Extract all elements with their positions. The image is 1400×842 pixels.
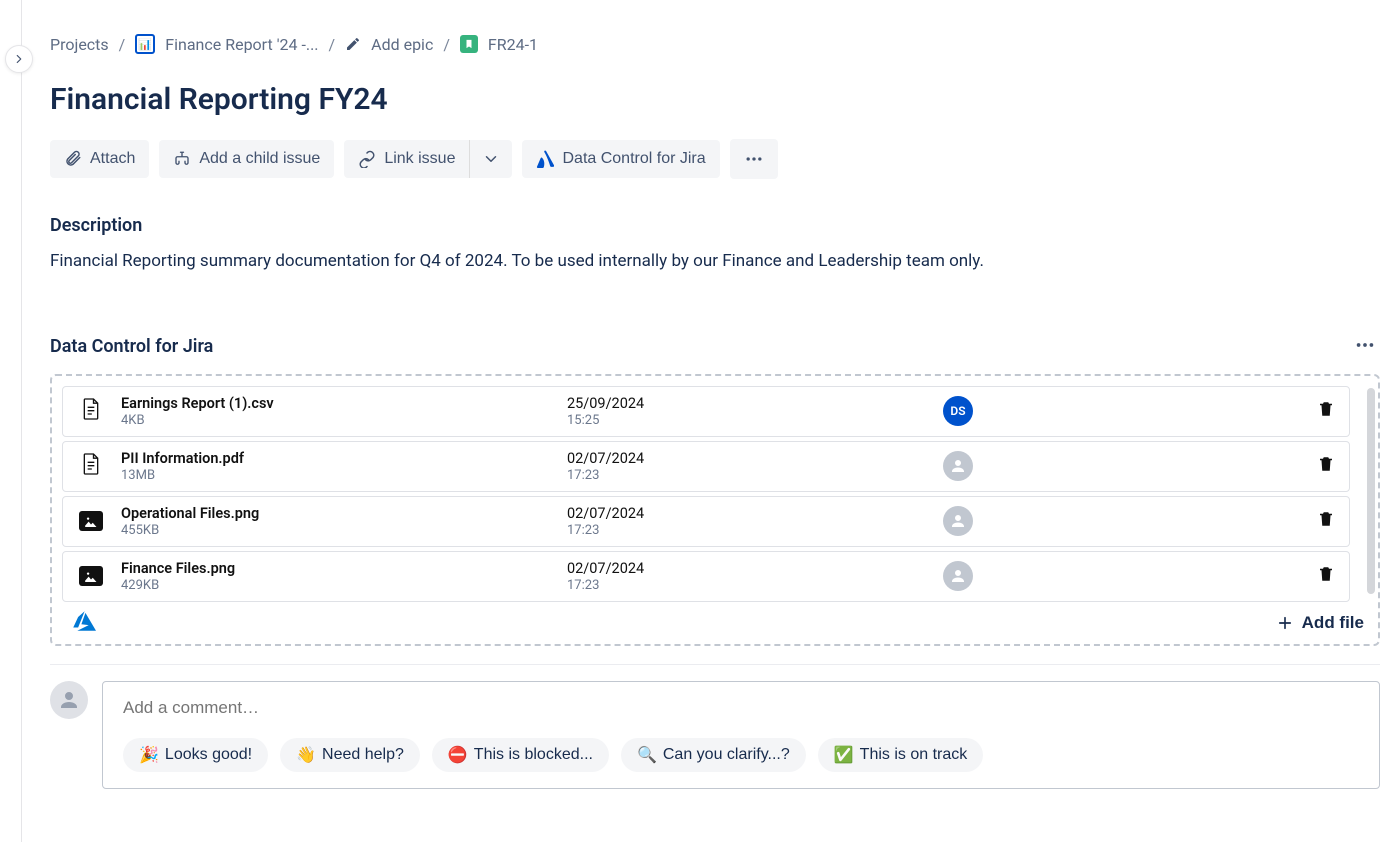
reaction-label: Can you clarify...?	[663, 746, 790, 764]
reaction-emoji: 🎉	[139, 745, 159, 765]
file-size: 13MB	[121, 468, 551, 483]
breadcrumb-projects[interactable]: Projects	[50, 35, 109, 54]
breadcrumb-issue-key[interactable]: FR24-1	[488, 35, 538, 54]
paperclip-icon	[64, 150, 82, 168]
user-avatar-blank	[943, 506, 973, 536]
issue-toolbar: Attach Add a child issue Link issue Data…	[50, 139, 1380, 179]
reaction-emoji: ✅	[834, 745, 854, 765]
comment-input[interactable]	[123, 698, 1359, 718]
file-document-icon	[81, 452, 101, 480]
chevron-right-icon	[12, 52, 26, 66]
reaction-emoji: 🔍	[637, 745, 657, 765]
atlassian-icon	[536, 150, 554, 168]
link-issue-button[interactable]: Link issue	[344, 140, 469, 178]
story-icon	[460, 35, 478, 53]
reaction-emoji: ⛔	[448, 745, 468, 765]
more-horizontal-icon	[1354, 334, 1376, 356]
file-delete-button[interactable]	[1317, 510, 1335, 532]
left-rail	[0, 0, 22, 842]
file-name: PII Information.pdf	[121, 450, 551, 467]
breadcrumb-separator: /	[119, 35, 126, 54]
reaction-label: Looks good!	[165, 746, 252, 764]
file-time: 17:23	[567, 468, 927, 483]
file-row[interactable]: PII Information.pdf 13MB 02/07/2024 17:2…	[62, 441, 1350, 492]
reaction-chip[interactable]: 🔍 Can you clarify...?	[621, 738, 806, 772]
link-icon	[358, 150, 376, 168]
reaction-chip[interactable]: ⛔ This is blocked...	[432, 738, 609, 772]
file-size: 4KB	[121, 413, 551, 428]
file-delete-button[interactable]	[1317, 565, 1335, 587]
file-delete-button[interactable]	[1317, 400, 1335, 422]
description-heading: Description	[50, 215, 1380, 236]
file-name: Earnings Report (1).csv	[121, 395, 551, 412]
file-list: Earnings Report (1).csv 4KB 25/09/2024 1…	[62, 386, 1350, 602]
data-control-more-button[interactable]	[1350, 330, 1380, 364]
more-horizontal-icon	[744, 149, 764, 169]
file-delete-button[interactable]	[1317, 455, 1335, 477]
reaction-chip[interactable]: 👋 Need help?	[280, 738, 420, 772]
file-date: 02/07/2024	[567, 505, 927, 522]
data-control-button[interactable]: Data Control for Jira	[522, 140, 719, 178]
user-avatar-initials: DS	[943, 396, 973, 426]
file-name: Operational Files.png	[121, 505, 551, 522]
chevron-down-icon	[482, 150, 500, 168]
add-child-label: Add a child issue	[199, 150, 320, 168]
comment-section: 🎉 Looks good! 👋 Need help? ⛔ This is blocked.…	[50, 681, 1380, 789]
link-issue-split-button: Link issue	[344, 140, 512, 178]
breadcrumb-add-epic[interactable]: Add epic	[371, 35, 433, 54]
pencil-icon	[345, 36, 361, 52]
file-row[interactable]: Earnings Report (1).csv 4KB 25/09/2024 1…	[62, 386, 1350, 437]
project-icon: 📊	[135, 34, 155, 54]
user-avatar-blank	[943, 451, 973, 481]
scrollbar[interactable]	[1367, 388, 1375, 594]
plus-icon	[1276, 614, 1294, 632]
add-file-button[interactable]: Add file	[1276, 613, 1364, 633]
reaction-label: This is on track	[860, 746, 968, 764]
more-actions-button[interactable]	[730, 139, 778, 179]
sidebar-expand-button[interactable]	[5, 45, 33, 73]
file-time: 17:23	[567, 578, 927, 593]
file-time: 17:23	[567, 523, 927, 538]
file-row[interactable]: Finance Files.png 429KB 02/07/2024 17:23	[62, 551, 1350, 602]
reaction-chip[interactable]: ✅ This is on track	[818, 738, 984, 772]
breadcrumb-separator: /	[329, 35, 336, 54]
issue-title[interactable]: Financial Reporting FY24	[50, 82, 1380, 117]
add-file-label: Add file	[1302, 613, 1364, 633]
attach-label: Attach	[90, 150, 135, 168]
file-size: 455KB	[121, 523, 551, 538]
breadcrumb: Projects / 📊 Finance Report '24 -... / A…	[50, 34, 1380, 54]
comment-box[interactable]: 🎉 Looks good! 👋 Need help? ⛔ This is blocked.…	[102, 681, 1380, 789]
file-date: 25/09/2024	[567, 395, 927, 412]
user-avatar-blank	[943, 561, 973, 591]
reaction-label: This is blocked...	[474, 746, 593, 764]
data-control-label: Data Control for Jira	[562, 150, 705, 168]
file-date: 02/07/2024	[567, 450, 927, 467]
link-issue-dropdown[interactable]	[469, 140, 512, 178]
link-issue-label: Link issue	[384, 150, 455, 168]
data-control-heading: Data Control for Jira	[50, 336, 213, 357]
file-time: 15:25	[567, 413, 927, 428]
file-size: 429KB	[121, 578, 551, 593]
breadcrumb-separator: /	[443, 35, 450, 54]
section-divider	[50, 664, 1380, 665]
file-name: Finance Files.png	[121, 560, 551, 577]
add-child-issue-button[interactable]: Add a child issue	[159, 140, 334, 178]
description-body[interactable]: Financial Reporting summary documentatio…	[50, 250, 1380, 274]
file-document-icon	[81, 397, 101, 425]
breadcrumb-project-name[interactable]: Finance Report '24 -...	[165, 35, 318, 54]
reaction-label: Need help?	[322, 746, 404, 764]
file-row[interactable]: Operational Files.png 455KB 02/07/2024 1…	[62, 496, 1350, 547]
attach-button[interactable]: Attach	[50, 140, 149, 178]
data-control-dropzone[interactable]: Earnings Report (1).csv 4KB 25/09/2024 1…	[50, 374, 1380, 646]
file-image-icon	[79, 511, 103, 531]
azure-icon	[70, 608, 96, 638]
child-issue-icon	[173, 150, 191, 168]
file-image-icon	[79, 566, 103, 586]
quick-reactions: 🎉 Looks good! 👋 Need help? ⛔ This is blocked.…	[123, 738, 1359, 772]
reaction-chip[interactable]: 🎉 Looks good!	[123, 738, 268, 772]
file-date: 02/07/2024	[567, 560, 927, 577]
current-user-avatar	[50, 681, 88, 719]
reaction-emoji: 👋	[296, 745, 316, 765]
